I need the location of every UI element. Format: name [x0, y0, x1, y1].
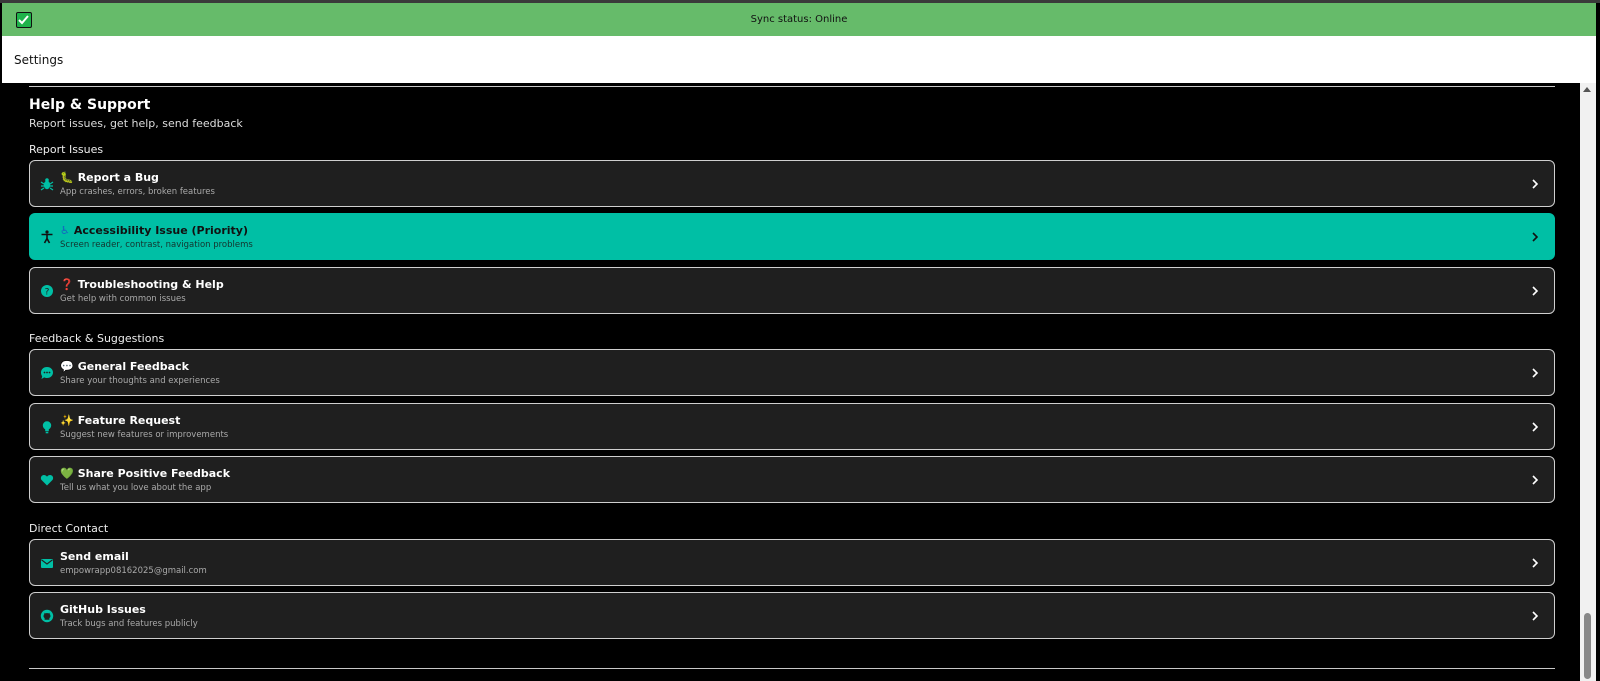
github-icon [40, 609, 54, 623]
item-subtitle: Track bugs and features publicly [60, 618, 198, 629]
general-feedback-button[interactable]: 💬 General Feedback Share your thoughts an… [29, 349, 1555, 396]
item-title: Report a Bug [77, 170, 159, 184]
group-label-direct-contact: Direct Contact [29, 522, 109, 535]
chevron-right-icon [1532, 422, 1539, 432]
chevron-right-icon [1532, 286, 1539, 296]
section-subtitle: Report issues, get help, send feedback [29, 117, 243, 130]
item-title: Send email [60, 549, 129, 563]
emoji-question: ❓ [60, 277, 74, 291]
page-title: Settings [14, 52, 64, 67]
sync-status-text: Sync status: Online [750, 14, 848, 25]
send-email-button[interactable]: Send email empowrapp08162025@gmail.com [29, 539, 1555, 586]
share-positive-feedback-button[interactable]: 💚 Share Positive Feedback Tell us what yo… [29, 456, 1555, 503]
report-bug-button[interactable]: 🐛 Report a Bug App crashes, errors, broke… [29, 160, 1555, 207]
item-subtitle: Get help with common issues [60, 293, 186, 304]
chat-bubble-icon [40, 366, 54, 380]
sync-status-bar: Sync status: Online [2, 3, 1596, 36]
item-title: General Feedback [77, 359, 189, 373]
chevron-right-icon [1532, 475, 1539, 485]
app-header: Settings [2, 36, 1596, 83]
troubleshooting-help-button[interactable]: ? ❓ Troubleshooting & Help Get help with … [29, 267, 1555, 314]
help-circle-icon: ? [40, 284, 54, 298]
emoji-green-heart: 💚 [60, 466, 74, 480]
chevron-right-icon [1532, 179, 1539, 189]
github-issues-button[interactable]: GitHub Issues Track bugs and features pu… [29, 592, 1555, 639]
chevron-right-icon [1532, 558, 1539, 568]
divider [29, 668, 1555, 669]
chevron-right-icon [1532, 232, 1539, 242]
item-title: Feature Request [77, 413, 181, 427]
item-title: Share Positive Feedback [77, 466, 231, 480]
emoji-sparkles: ✨ [60, 413, 74, 427]
item-title: Accessibility Issue (Priority) [73, 223, 249, 237]
item-subtitle: Tell us what you love about the app [60, 482, 212, 493]
group-label-report-issues: Report Issues [29, 143, 104, 156]
divider [29, 86, 1555, 87]
scrollbar[interactable] [1580, 83, 1596, 681]
chevron-right-icon [1532, 611, 1539, 621]
svg-text:?: ? [45, 287, 50, 297]
scroll-up-arrow-icon[interactable] [1583, 87, 1591, 92]
item-subtitle: Share your thoughts and experiences [60, 375, 220, 386]
item-subtitle: Screen reader, contrast, navigation prob… [60, 239, 253, 250]
checkbox-checked-icon [16, 12, 32, 28]
heart-icon [40, 473, 54, 487]
item-title: Troubleshooting & Help [77, 277, 224, 291]
lightbulb-icon [40, 420, 54, 434]
item-subtitle: Suggest new features or improvements [60, 429, 229, 440]
section-title: Help & Support [29, 97, 151, 113]
emoji-wheelchair: ♿ [60, 223, 70, 237]
bug-icon [40, 177, 54, 191]
help-support-panel: Help & Support Report issues, get help, … [2, 83, 1576, 681]
chevron-right-icon [1532, 368, 1539, 378]
item-title: GitHub Issues [60, 602, 146, 616]
item-subtitle: App crashes, errors, broken features [60, 186, 215, 197]
emoji-speech: 💬 [60, 359, 74, 373]
email-icon [40, 556, 54, 570]
group-label-feedback: Feedback & Suggestions [29, 332, 165, 345]
scrollbar-thumb[interactable] [1584, 613, 1591, 679]
feature-request-button[interactable]: ✨ Feature Request Suggest new features or… [29, 403, 1555, 450]
accessibility-icon [40, 229, 54, 244]
emoji-bug: 🐛 [60, 170, 74, 184]
accessibility-issue-button[interactable]: ♿ Accessibility Issue (Priority) Screen r… [29, 213, 1555, 260]
item-subtitle: empowrapp08162025@gmail.com [60, 565, 207, 576]
